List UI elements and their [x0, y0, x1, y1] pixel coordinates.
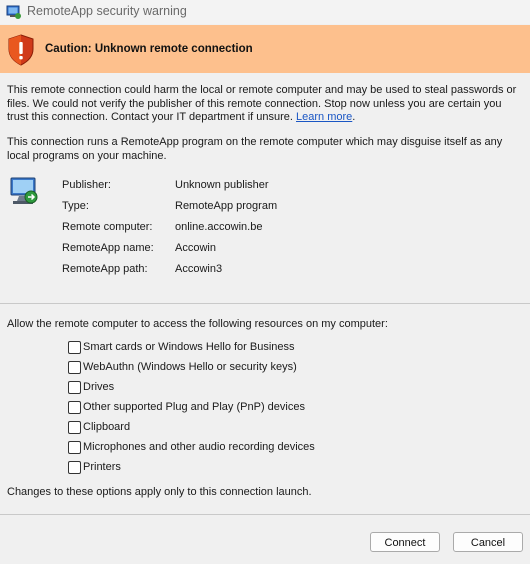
cancel-button[interactable]: Cancel	[453, 532, 523, 552]
window-title: RemoteApp security warning	[27, 4, 187, 18]
detail-value: Accowin3	[175, 263, 223, 275]
checkbox-box[interactable]	[68, 341, 81, 354]
detail-value: Unknown publisher	[175, 179, 269, 191]
title-bar: RemoteApp security warning	[0, 0, 530, 24]
detail-label: RemoteApp name:	[62, 242, 154, 254]
detail-value: RemoteApp program	[175, 200, 278, 212]
checkbox-box[interactable]	[68, 441, 81, 454]
banner-heading: Caution: Unknown remote connection	[45, 43, 253, 55]
learn-more-link[interactable]: Learn more	[296, 111, 352, 123]
checkbox-box[interactable]	[68, 421, 81, 434]
footer-divider	[0, 514, 530, 515]
checkbox-box[interactable]	[68, 401, 81, 414]
checkbox-box[interactable]	[68, 381, 81, 394]
connect-button[interactable]: Connect	[370, 532, 440, 552]
warning-link-suffix: .	[352, 111, 356, 123]
checkbox-label: Drives	[83, 381, 115, 393]
detail-label: Remote computer:	[62, 221, 153, 233]
checkbox-box[interactable]	[68, 361, 81, 374]
detail-value: online.accowin.be	[175, 221, 263, 233]
remote-app-icon	[6, 5, 21, 19]
detail-label: Publisher:	[62, 179, 111, 191]
detail-value: Accowin	[175, 242, 216, 254]
checkbox-label: WebAuthn (Windows Hello or security keys…	[83, 361, 297, 373]
options-note: Changes to these options apply only to t…	[7, 486, 312, 498]
remote-computer-icon	[10, 177, 38, 204]
detail-label: Type:	[62, 200, 89, 212]
notice-text: This connection runs a RemoteApp program…	[7, 136, 503, 162]
warning-shield-icon	[8, 34, 34, 66]
checkbox-label: Printers	[83, 461, 121, 473]
detail-label: RemoteApp path:	[62, 263, 148, 275]
warning-body: This remote connection could harm the lo…	[7, 84, 517, 123]
warning-text: This remote connection could harm the lo…	[7, 84, 521, 125]
checkbox-label: Microphones and other audio recording de…	[83, 441, 315, 453]
resources-prompt: Allow the remote computer to access the …	[7, 318, 388, 330]
checkbox-label: Smart cards or Windows Hello for Busines…	[83, 341, 295, 353]
checkbox-box[interactable]	[68, 461, 81, 474]
warning-banner: Caution: Unknown remote connection	[0, 25, 530, 73]
checkbox-label: Clipboard	[83, 421, 131, 433]
section-divider	[0, 303, 530, 304]
checkbox-label: Other supported Plug and Play (PnP) devi…	[83, 401, 305, 413]
